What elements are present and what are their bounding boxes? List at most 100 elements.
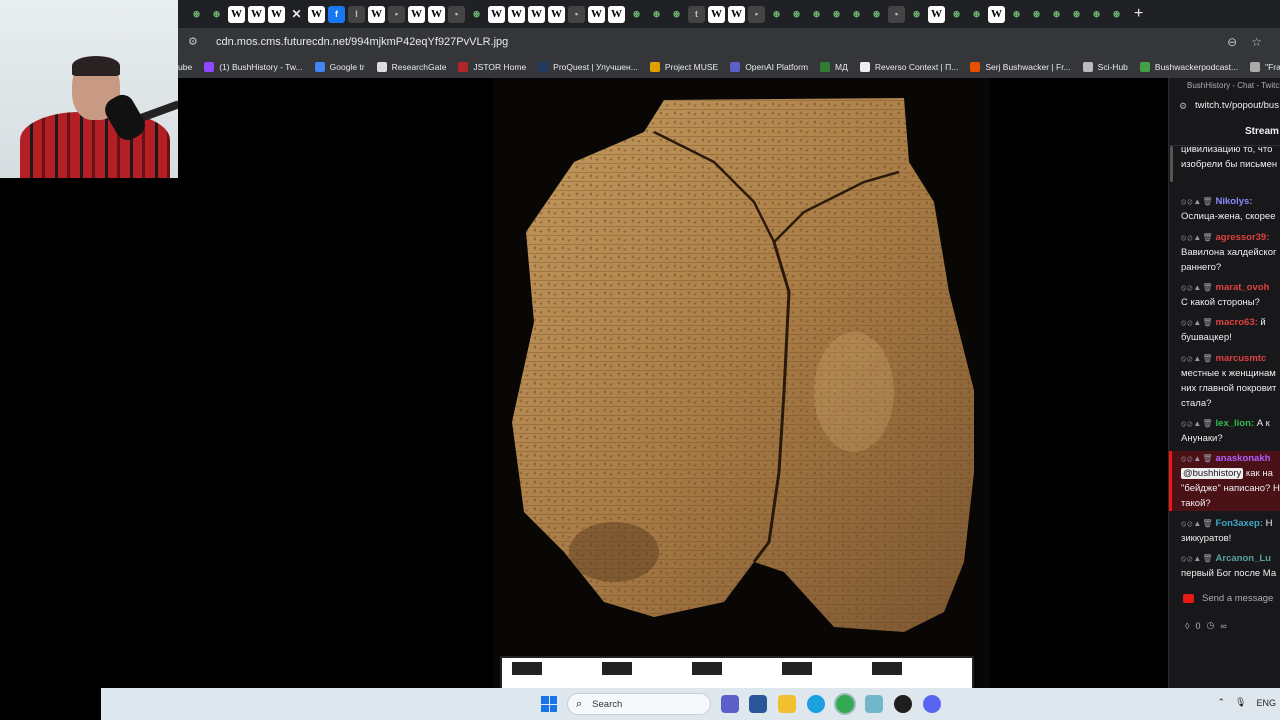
browser-tab-favicon[interactable]: ⊛	[768, 6, 785, 23]
chat-scrollbar[interactable]	[1170, 146, 1173, 182]
url-text[interactable]: cdn.mos.cms.futurecdn.net/994mjkmP42eqYf…	[216, 36, 508, 48]
site-info-icon[interactable]: ⚙	[188, 35, 202, 49]
browser-tab-favicon[interactable]: W	[548, 5, 565, 23]
chat-username[interactable]: macro63:	[1216, 317, 1258, 328]
app-icon[interactable]	[865, 695, 883, 713]
edge-icon[interactable]	[807, 695, 825, 713]
browser-tab-favicon[interactable]: ⊛	[648, 6, 665, 23]
bookmark-item[interactable]: Bushwackerpodcast...	[1139, 62, 1238, 72]
browser-tab-favicon[interactable]: ⊛	[948, 6, 965, 23]
browser-tab-favicon[interactable]: ▪	[448, 5, 465, 23]
bookmark-item[interactable]: JSTOR Home	[458, 62, 526, 72]
browser-tab-favicon[interactable]: W	[528, 5, 545, 23]
browser-tab-favicon[interactable]: W	[728, 5, 745, 23]
browser-tab-favicon[interactable]: W	[268, 5, 285, 23]
channel-points[interactable]: ◊ 0 ◷ ∞	[1185, 620, 1227, 631]
mod-actions-icon[interactable]: ⦸⊘▲🗑	[1181, 233, 1214, 242]
bookmark-item[interactable]: Sci-Hub	[1082, 62, 1128, 72]
browser-tab-favicon[interactable]: ⊛	[828, 6, 845, 23]
app-icon[interactable]	[749, 695, 767, 713]
language-indicator[interactable]: ENG	[1256, 698, 1276, 708]
browser-tab-favicon[interactable]: ⊛	[808, 6, 825, 23]
bookmark-item[interactable]: Serj Bushwacker | Fr...	[970, 62, 1071, 72]
bookmark-item[interactable]: Google tr	[314, 62, 365, 72]
chat-username[interactable]: anaskonakh	[1216, 453, 1271, 464]
browser-tab-favicon[interactable]: W	[488, 5, 505, 23]
browser-tab-favicon[interactable]: ⊛	[1048, 6, 1065, 23]
install-icon[interactable]: ⊖	[1227, 35, 1237, 49]
chat-username[interactable]: Fon3axep:	[1216, 518, 1264, 529]
chat-username[interactable]: marat_ovoh	[1216, 282, 1270, 293]
tab-close-icon[interactable]: ✕	[288, 6, 305, 23]
browser-tab-favicon[interactable]: ▪	[888, 5, 905, 23]
chat-username[interactable]: agressor39:	[1216, 232, 1270, 243]
app-icon[interactable]	[894, 695, 912, 713]
address-bar[interactable]: ⚙ cdn.mos.cms.futurecdn.net/994mjkmP42eq…	[178, 28, 1280, 56]
browser-tab-favicon[interactable]: W	[308, 5, 325, 23]
browser-tab-favicon[interactable]: I	[348, 5, 365, 23]
send-message-input[interactable]: Send a message	[1177, 588, 1280, 608]
browser-tab-favicon[interactable]: ⊛	[788, 6, 805, 23]
bookmark-star-icon[interactable]: ☆	[1251, 35, 1262, 49]
browser-tab-favicon[interactable]: W	[708, 5, 725, 23]
browser-tab-favicon[interactable]: ⊛	[968, 6, 985, 23]
bookmark-item[interactable]: МД	[820, 62, 848, 72]
chat-url[interactable]: twitch.tv/popout/bus	[1195, 100, 1279, 111]
start-button[interactable]	[541, 696, 557, 712]
bookmark-item[interactable]: ube	[178, 62, 192, 72]
browser-tab-favicon[interactable]: ⊛	[868, 6, 885, 23]
browser-tab-favicon[interactable]: W	[508, 5, 525, 23]
teams-app-icon[interactable]	[721, 695, 739, 713]
mod-actions-icon[interactable]: ⦸⊘▲🗑	[1181, 454, 1214, 463]
taskbar-search[interactable]: ⌕ Search	[567, 693, 711, 715]
chat-username[interactable]: marcusmtc	[1216, 353, 1267, 364]
mod-actions-icon[interactable]: ⦸⊘▲🗑	[1181, 354, 1214, 363]
browser-tab-favicon[interactable]: ⊛	[208, 6, 225, 23]
browser-tab-favicon[interactable]: W	[988, 5, 1005, 23]
browser-tab-favicon[interactable]: W	[248, 5, 265, 23]
browser-tab-favicon[interactable]: W	[368, 5, 385, 23]
mention-badge[interactable]: @bushhistory	[1181, 468, 1244, 479]
mic-icon[interactable]: 🎙	[1235, 697, 1246, 708]
bookmark-item[interactable]: OpenAI Platform	[730, 62, 808, 72]
bookmark-item[interactable]: Reverso Context | П...	[859, 62, 958, 72]
mod-actions-icon[interactable]: ⦸⊘▲🗑	[1181, 519, 1214, 528]
browser-tab-favicon[interactable]: W	[408, 5, 425, 23]
browser-tab-favicon[interactable]: ▪	[748, 5, 765, 23]
browser-tab-favicon[interactable]: ⊛	[188, 6, 205, 23]
browser-tab-favicon[interactable]: W	[428, 5, 445, 23]
file-explorer-icon[interactable]	[778, 695, 796, 713]
browser-tab-favicon[interactable]: W	[588, 5, 605, 23]
browser-tab-favicon[interactable]: W	[228, 5, 245, 23]
browser-tab-favicon[interactable]: W	[608, 5, 625, 23]
chat-username[interactable]: Nikolys:	[1216, 196, 1253, 207]
bookmark-item[interactable]: ProQuest | Улучшен...	[538, 62, 638, 72]
browser-tab-favicon[interactable]: ⊛	[848, 6, 865, 23]
browser-tab-favicon[interactable]: t	[688, 5, 705, 23]
browser-tab-favicon[interactable]: ▪	[568, 5, 585, 23]
mod-actions-icon[interactable]: ⦸⊘▲🗑	[1181, 197, 1214, 206]
browser-tab-favicon[interactable]: ⊛	[668, 6, 685, 23]
new-tab-button[interactable]: +	[1134, 5, 1143, 23]
browser-tab-favicon[interactable]: ▪	[388, 5, 405, 23]
chrome-icon[interactable]	[836, 695, 854, 713]
browser-tab-favicon[interactable]: W	[928, 5, 945, 23]
bookmark-item[interactable]: (1) BushHistory - Tw...	[204, 62, 303, 72]
discord-icon[interactable]	[923, 695, 941, 713]
browser-tab-favicon[interactable]: ⊛	[1068, 6, 1085, 23]
mod-actions-icon[interactable]: ⦸⊘▲🗑	[1181, 283, 1214, 292]
chevron-up-icon[interactable]: ⌃	[1218, 697, 1226, 708]
mod-actions-icon[interactable]: ⦸⊘▲🗑	[1181, 419, 1214, 428]
browser-tab-favicon[interactable]: ⊛	[468, 6, 485, 23]
browser-tab-favicon[interactable]: ⊛	[1008, 6, 1025, 23]
chat-username[interactable]: Arcanon_Lu	[1216, 553, 1271, 564]
mod-actions-icon[interactable]: ⦸⊘▲🗑	[1181, 318, 1214, 327]
chat-username[interactable]: lex_lion:	[1216, 418, 1255, 429]
browser-tab-favicon[interactable]: ⊛	[908, 6, 925, 23]
bookmark-item[interactable]: Project MUSE	[649, 62, 718, 72]
browser-tab-favicon[interactable]: ⊛	[1088, 6, 1105, 23]
browser-tab-favicon[interactable]: ⊛	[628, 6, 645, 23]
mod-actions-icon[interactable]: ⦸⊘▲🗑	[1181, 554, 1214, 563]
bookmark-item[interactable]: ResearchGate	[376, 62, 446, 72]
browser-tab-favicon[interactable]: ⊛	[1108, 6, 1125, 23]
